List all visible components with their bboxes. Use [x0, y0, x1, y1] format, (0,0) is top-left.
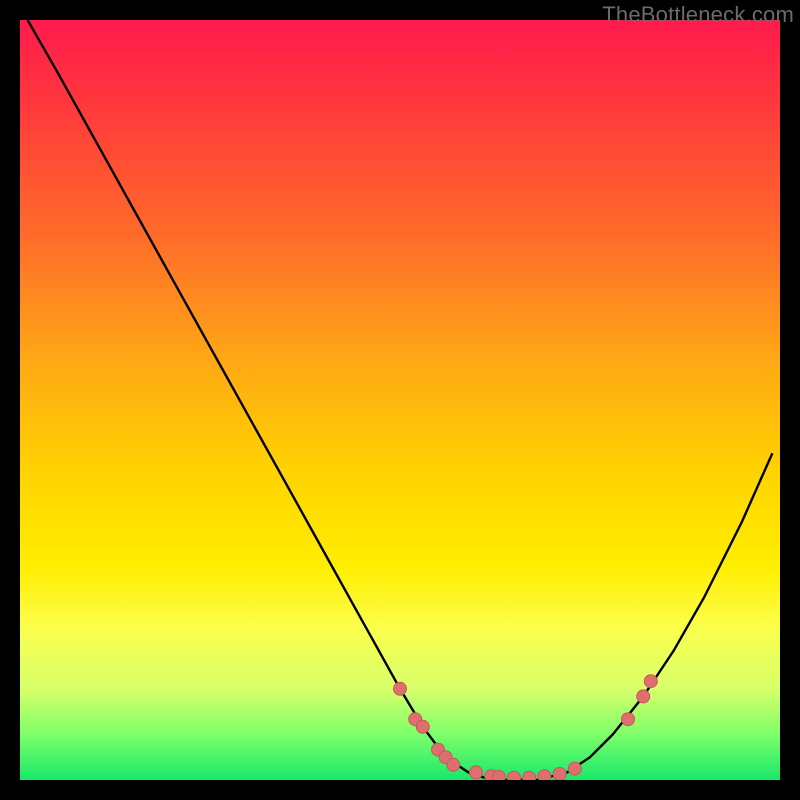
data-marker — [644, 675, 657, 688]
data-marker — [622, 713, 635, 726]
watermark-label: TheBottleneck.com — [602, 2, 794, 28]
data-marker — [447, 758, 460, 771]
data-marker — [416, 720, 429, 733]
data-marker — [492, 771, 505, 781]
plot-area — [20, 20, 780, 780]
chart-svg — [20, 20, 780, 780]
curve-group — [28, 20, 773, 780]
data-marker — [538, 770, 551, 780]
chart-frame — [20, 20, 780, 780]
data-marker — [470, 766, 483, 779]
data-marker — [553, 767, 566, 780]
data-marker — [508, 771, 521, 780]
data-marker — [568, 762, 581, 775]
bottleneck-curve — [28, 20, 773, 780]
data-marker — [394, 682, 407, 695]
data-marker — [523, 771, 536, 780]
data-marker — [637, 690, 650, 703]
